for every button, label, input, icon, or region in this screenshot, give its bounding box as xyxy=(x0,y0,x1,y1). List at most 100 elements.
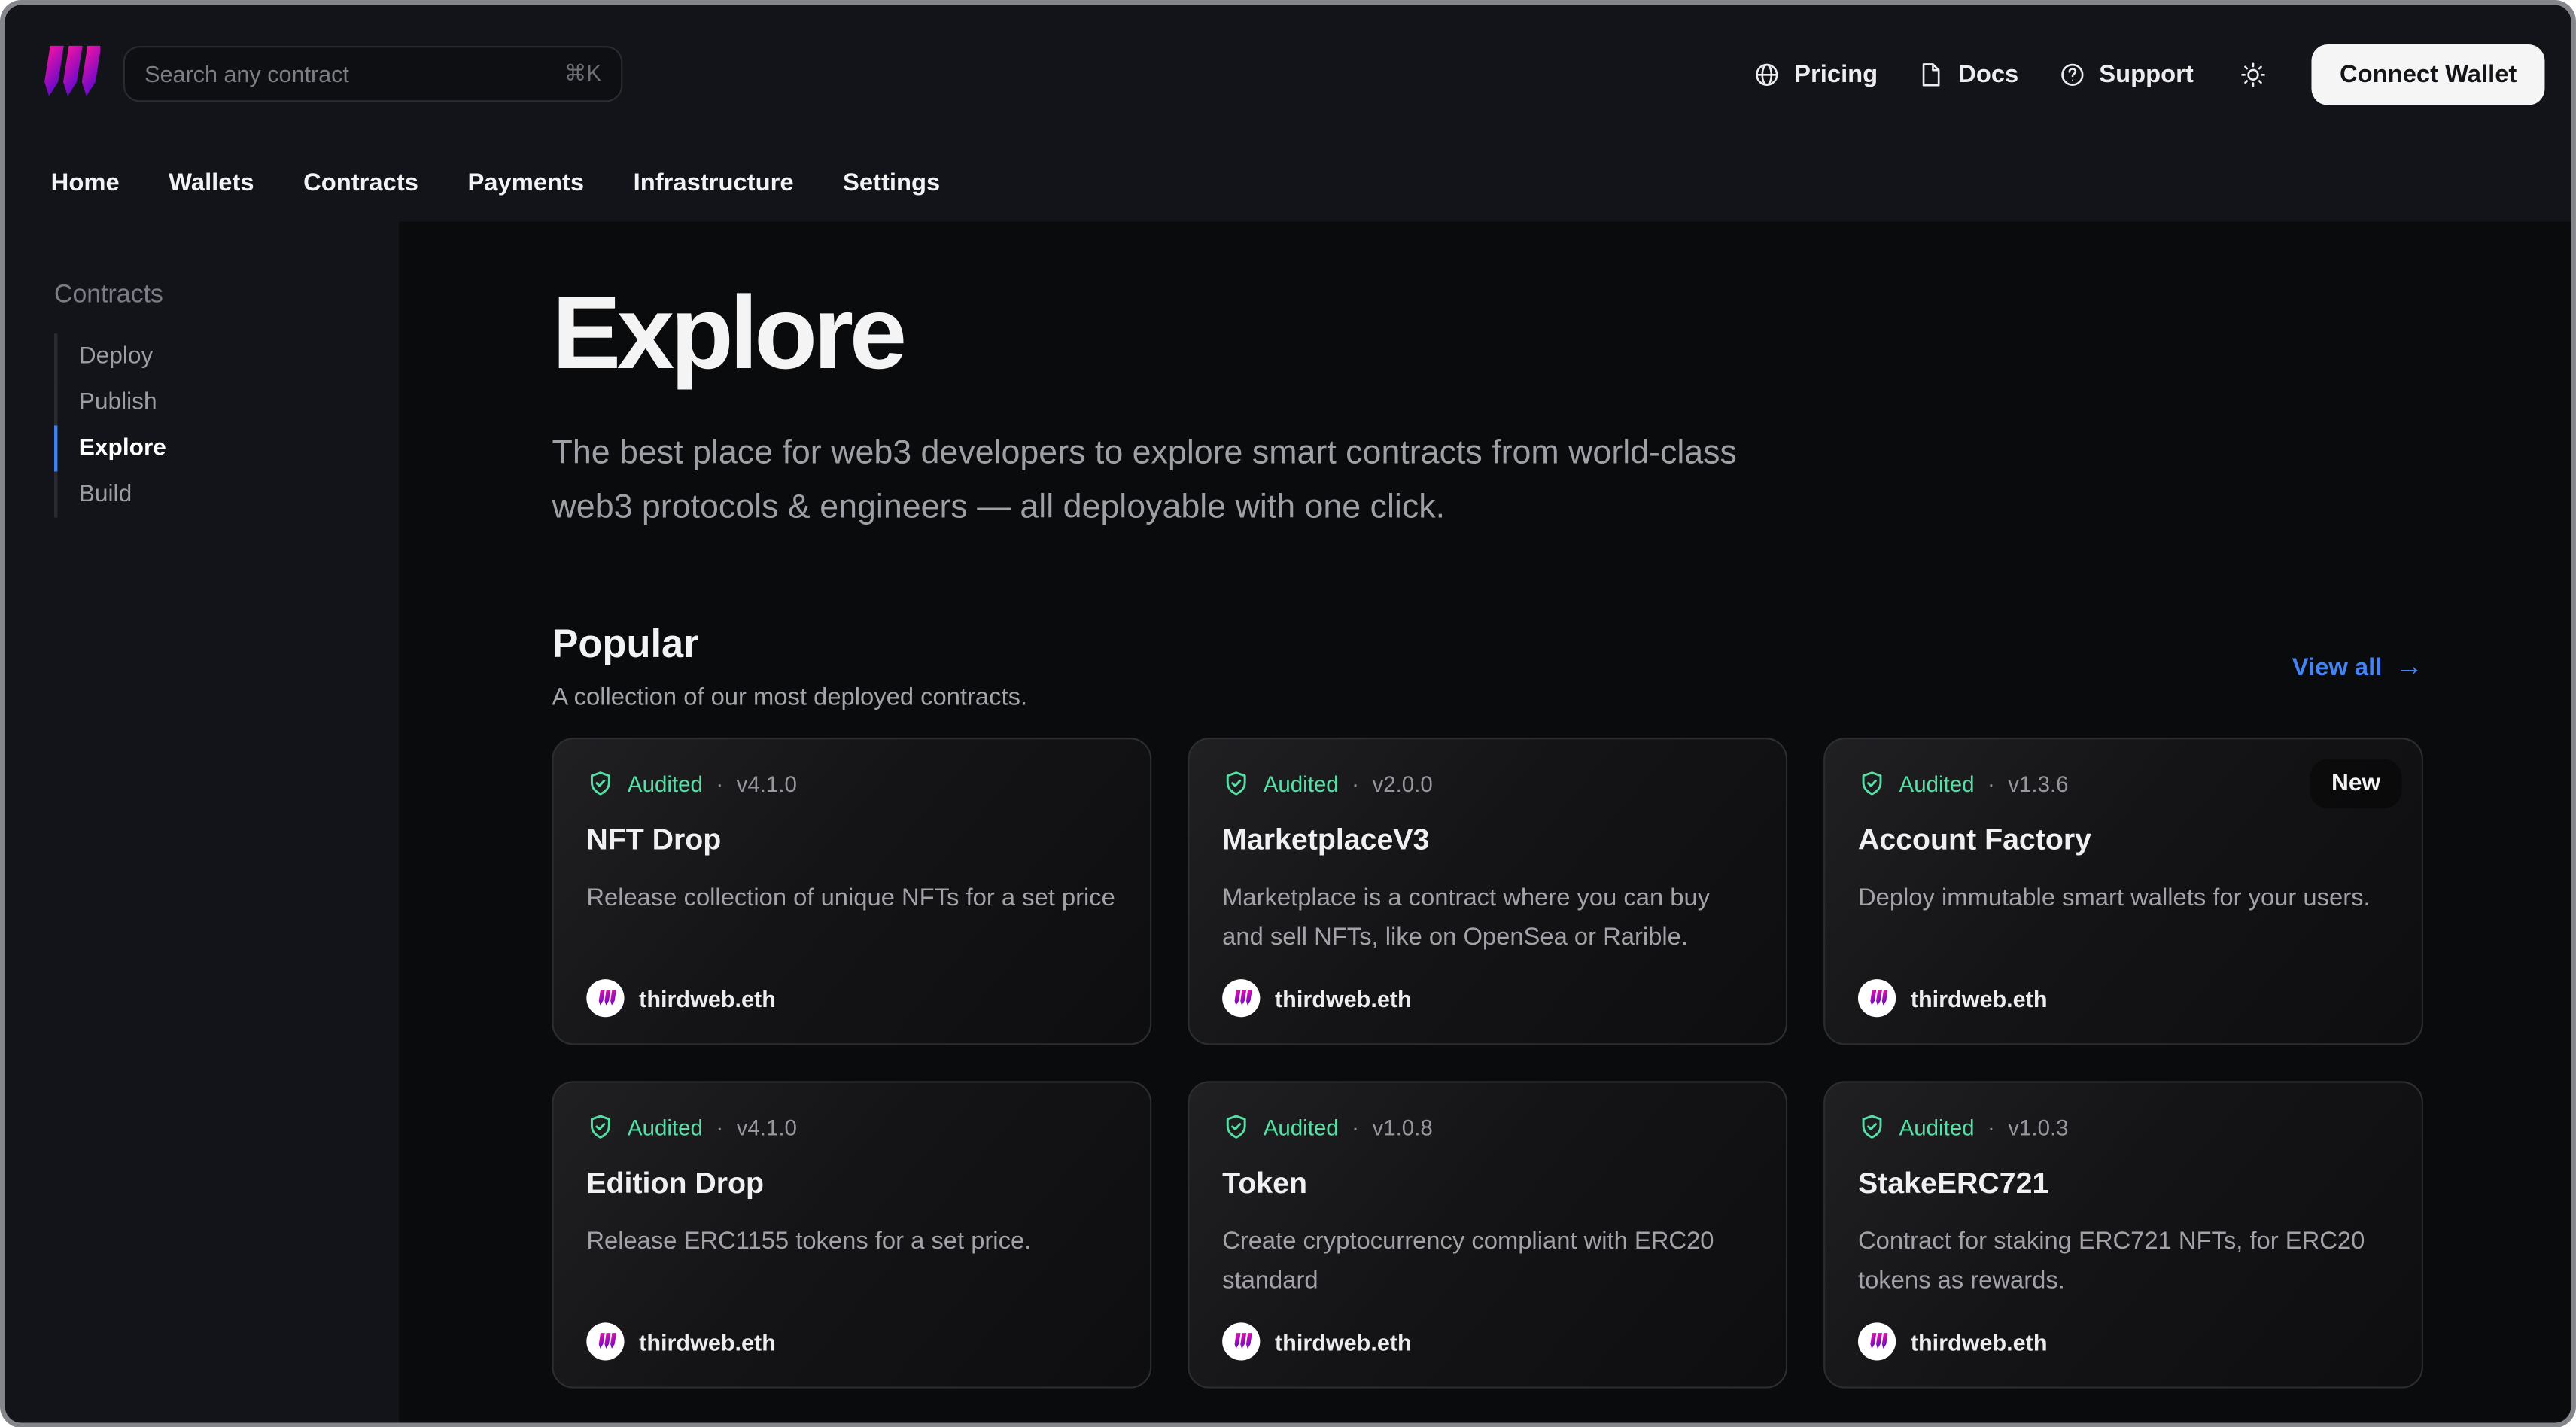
publisher-link[interactable]: thirdweb.eth xyxy=(1222,979,1412,1018)
card-audit-row: Audited · v2.0.0 xyxy=(1222,769,1753,799)
thirdweb-logo-icon xyxy=(586,979,625,1018)
nav-item-infrastructure[interactable]: Infrastructure xyxy=(634,169,794,196)
nav-item-home[interactable]: Home xyxy=(51,169,120,196)
docs-label: Docs xyxy=(1958,59,2019,88)
publisher-name: thirdweb.eth xyxy=(1275,1328,1412,1355)
publisher-link[interactable]: thirdweb.eth xyxy=(1857,979,2048,1018)
meta-separator: · xyxy=(716,771,724,796)
help-circle-icon xyxy=(2058,60,2086,88)
shield-check-icon xyxy=(1858,1112,1886,1142)
publisher-link[interactable]: thirdweb.eth xyxy=(586,1322,776,1361)
publisher-link[interactable]: thirdweb.eth xyxy=(1222,1322,1412,1361)
contract-version: v2.0.0 xyxy=(1372,771,1433,796)
contract-card[interactable]: Audited · v4.1.0 Edition Drop Release ER… xyxy=(552,1081,1152,1389)
card-audit-row: Audited · v4.1.0 xyxy=(586,1112,1117,1142)
support-label: Support xyxy=(2099,59,2194,88)
page-title: Explore xyxy=(552,275,907,391)
support-link[interactable]: Support xyxy=(2058,60,2194,88)
contract-card[interactable]: Audited · v1.3.6 Account Factory Deploy … xyxy=(1823,738,2423,1045)
thirdweb-logo-icon xyxy=(586,1322,625,1361)
shield-check-icon xyxy=(586,1112,614,1142)
contract-title: StakeERC721 xyxy=(1857,1166,2049,1200)
main-content: Explore The best place for web3 develope… xyxy=(399,221,2571,1423)
publisher-link[interactable]: thirdweb.eth xyxy=(1857,1322,2048,1361)
publisher-name: thirdweb.eth xyxy=(1910,1328,2048,1355)
audited-label: Audited xyxy=(627,1115,703,1139)
contract-card[interactable]: Audited · v4.1.0 NFT Drop Release collec… xyxy=(552,738,1152,1045)
thirdweb-logo-icon xyxy=(1857,979,1896,1018)
page-description: The best place for web3 developers to ex… xyxy=(552,434,1737,525)
audited-label: Audited xyxy=(1263,1115,1339,1139)
card-audit-row: Audited · v4.1.0 xyxy=(586,769,1117,799)
view-all-link[interactable]: View all → xyxy=(2292,650,2423,683)
sidebar-list: Deploy Publish Explore Build xyxy=(54,333,399,518)
nav-item-payments[interactable]: Payments xyxy=(467,169,584,196)
card-audit-row: Audited · v1.0.3 xyxy=(1858,1112,2389,1142)
card-audit-row: Audited · v1.0.8 xyxy=(1222,1112,1753,1142)
meta-separator: · xyxy=(1352,1115,1359,1139)
contract-description: Deploy immutable smart wallets for your … xyxy=(1857,884,2371,912)
thirdweb-logo-icon xyxy=(1222,979,1261,1018)
publisher-name: thirdweb.eth xyxy=(1275,984,1412,1012)
contract-title: Edition Drop xyxy=(586,1166,765,1200)
sidebar-item-publish[interactable]: Publish xyxy=(54,379,399,426)
connect-wallet-button[interactable]: Connect Wallet xyxy=(2311,43,2545,105)
popular-section-header: Popular A collection of our most deploye… xyxy=(552,622,2422,711)
sidebar-item-build[interactable]: Build xyxy=(54,471,399,518)
meta-separator: · xyxy=(716,1115,724,1139)
contract-version: v1.0.3 xyxy=(2008,1115,2069,1139)
document-icon xyxy=(1918,60,1945,88)
sidebar-item-explore[interactable]: Explore xyxy=(54,425,399,472)
app-window: ⌘K Pricing xyxy=(0,0,2576,1427)
screenshot-stage: ⌘K Pricing xyxy=(0,0,2576,1427)
arrow-right-icon: → xyxy=(2395,650,2423,682)
contract-card[interactable]: Audited · v1.0.8 Token Create cryptocurr… xyxy=(1188,1081,1788,1389)
popular-subtitle: A collection of our most deployed contra… xyxy=(552,683,1028,712)
pricing-label: Pricing xyxy=(1794,59,1878,88)
theme-toggle-sun-icon[interactable] xyxy=(2233,54,2272,93)
contract-description: Release ERC1155 tokens for a set price. xyxy=(586,1227,1032,1255)
audited-label: Audited xyxy=(1899,771,1975,796)
shield-check-icon xyxy=(1222,1112,1250,1142)
main-nav: Home Wallets Contracts Payments Infrastr… xyxy=(5,143,2571,222)
view-all-label: View all xyxy=(2292,653,2383,681)
card-audit-row: Audited · v1.3.6 xyxy=(1858,769,2389,799)
header-actions: Pricing Docs Support Connect Wallet xyxy=(1753,5,2545,143)
audited-label: Audited xyxy=(627,771,703,796)
meta-separator: · xyxy=(1987,1115,1995,1139)
contract-title: NFT Drop xyxy=(586,823,722,857)
search-input[interactable] xyxy=(144,60,552,87)
publisher-name: thirdweb.eth xyxy=(1910,984,2048,1012)
sidebar-section-label: Contracts xyxy=(54,281,163,309)
publisher-link[interactable]: thirdweb.eth xyxy=(586,979,776,1018)
meta-separator: · xyxy=(1352,771,1359,796)
shield-check-icon xyxy=(586,769,614,799)
meta-separator: · xyxy=(1987,771,1995,796)
publisher-name: thirdweb.eth xyxy=(639,1328,776,1355)
shield-check-icon xyxy=(1858,769,1886,799)
contract-version: v4.1.0 xyxy=(736,771,797,796)
globe-icon xyxy=(1753,60,1781,88)
sidebar-item-deploy[interactable]: Deploy xyxy=(54,333,399,380)
contract-card[interactable]: Audited · v1.0.3 StakeERC721 Contract fo… xyxy=(1823,1081,2423,1389)
contract-title: MarketplaceV3 xyxy=(1222,823,1430,857)
contract-description: Release collection of unique NFTs for a … xyxy=(586,884,1115,912)
new-badge: New xyxy=(2310,759,2402,809)
contract-description: Contract for staking ERC721 NFTs, for ER… xyxy=(1857,1227,2365,1295)
nav-item-settings[interactable]: Settings xyxy=(843,169,940,196)
popular-title: Popular xyxy=(552,622,699,668)
nav-item-wallets[interactable]: Wallets xyxy=(169,169,254,196)
contract-card[interactable]: Audited · v2.0.0 MarketplaceV3 Marketpla… xyxy=(1188,738,1788,1045)
docs-link[interactable]: Docs xyxy=(1918,59,2019,88)
contract-cards-grid: Audited · v4.1.0 NFT Drop Release collec… xyxy=(552,738,2423,1389)
shield-check-icon xyxy=(1222,769,1250,799)
audited-label: Audited xyxy=(1263,771,1339,796)
pricing-link[interactable]: Pricing xyxy=(1753,60,1878,88)
thirdweb-logo-icon xyxy=(1222,1322,1261,1361)
thirdweb-logo-icon[interactable] xyxy=(31,38,102,108)
search-shortcut: ⌘K xyxy=(564,60,601,86)
contract-title: Account Factory xyxy=(1857,823,2092,857)
contract-version: v1.0.8 xyxy=(1372,1115,1433,1139)
nav-item-contracts[interactable]: Contracts xyxy=(303,169,418,196)
contract-version: v4.1.0 xyxy=(736,1115,797,1139)
